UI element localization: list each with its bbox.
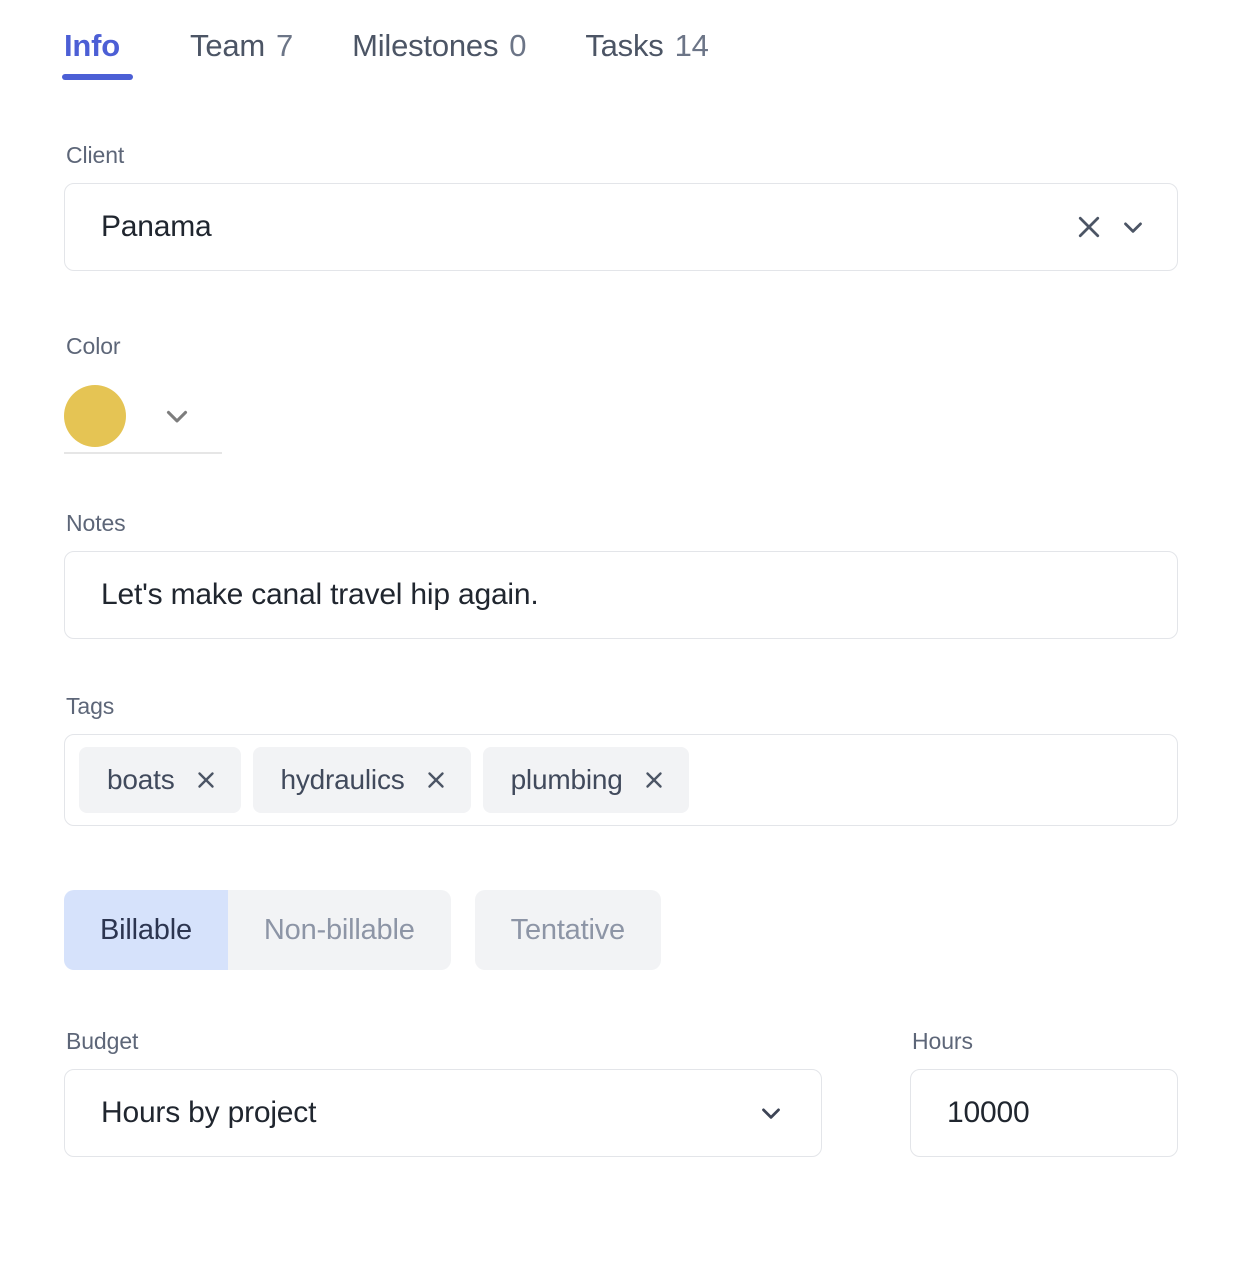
info-form: Client Panama Color Notes Let's make can… [0,142,1242,1157]
color-field: Color [64,333,1178,454]
chevron-down-icon[interactable] [749,1091,793,1135]
tab-tasks[interactable]: Tasks 14 [585,28,709,94]
client-field: Client Panama [64,142,1178,271]
notes-label: Notes [66,510,126,536]
budget-select[interactable]: Hours by project [64,1069,822,1157]
billing-option-label: Billable [100,913,192,946]
close-icon[interactable] [641,767,667,793]
tab-milestones-label: Milestones [352,28,499,63]
hours-field: Hours 10000 [910,1028,1178,1157]
tag-label: boats [107,764,175,795]
tags-input[interactable]: boats hydraulics plumbing [64,734,1178,826]
close-icon[interactable] [1067,205,1111,249]
billing-type-group: Billable Non-billable Tentative [64,890,1178,970]
tab-info-label: Info [64,28,121,63]
tags-field: Tags boats hydraulics plumbing [64,693,1178,826]
budget-value: Hours by project [101,1096,317,1129]
billing-option-label: Tentative [510,913,625,946]
color-select[interactable] [64,380,222,454]
tab-team-count: 7 [276,28,294,63]
budget-hours-row: Budget Hours by project Hours 10000 [64,1028,1178,1157]
color-label: Color [66,333,121,359]
close-icon[interactable] [423,767,449,793]
tag-label: hydraulics [280,764,405,795]
billing-option-tentative[interactable]: Tentative [474,890,661,970]
budget-field: Budget Hours by project [64,1028,822,1157]
color-swatch [64,385,126,447]
chevron-down-icon[interactable] [1111,205,1155,249]
tab-milestones[interactable]: Milestones 0 [352,28,526,94]
notes-field: Notes Let's make canal travel hip again. [64,510,1178,639]
tag-chip[interactable]: plumbing [482,747,689,813]
billing-option-billable[interactable]: Billable [64,890,228,970]
tab-info[interactable]: Info [62,28,134,94]
tag-chip[interactable]: boats [79,747,241,813]
tab-tasks-count: 14 [674,28,709,63]
tags-label: Tags [66,693,115,719]
billing-option-label: Non-billable [263,913,415,946]
client-value: Panama [101,210,212,243]
tab-team-label: Team [190,28,266,63]
client-label: Client [66,142,125,168]
hours-input[interactable]: 10000 [910,1069,1178,1157]
tab-tasks-label: Tasks [585,28,664,63]
tab-team[interactable]: Team 7 [190,28,293,94]
client-select[interactable]: Panama [64,183,1178,271]
billable-toggle-group: Billable Non-billable [64,890,451,970]
tag-chip[interactable]: hydraulics [252,747,471,813]
budget-label: Budget [66,1028,139,1054]
notes-input[interactable]: Let's make canal travel hip again. [64,551,1178,639]
hours-label: Hours [912,1028,973,1054]
active-tab-indicator [62,74,134,80]
close-icon[interactable] [193,767,219,793]
chevron-down-icon[interactable] [160,399,194,433]
tab-bar: Info Team 7 Milestones 0 Tasks 14 [0,0,1242,94]
hours-value: 10000 [947,1096,1030,1129]
tab-milestones-count: 0 [509,28,527,63]
tag-label: plumbing [510,764,623,795]
billing-option-non-billable[interactable]: Non-billable [227,890,451,970]
notes-value: Let's make canal travel hip again. [101,578,539,611]
project-info-panel: Info Team 7 Milestones 0 Tasks 14 Client… [0,0,1242,1267]
